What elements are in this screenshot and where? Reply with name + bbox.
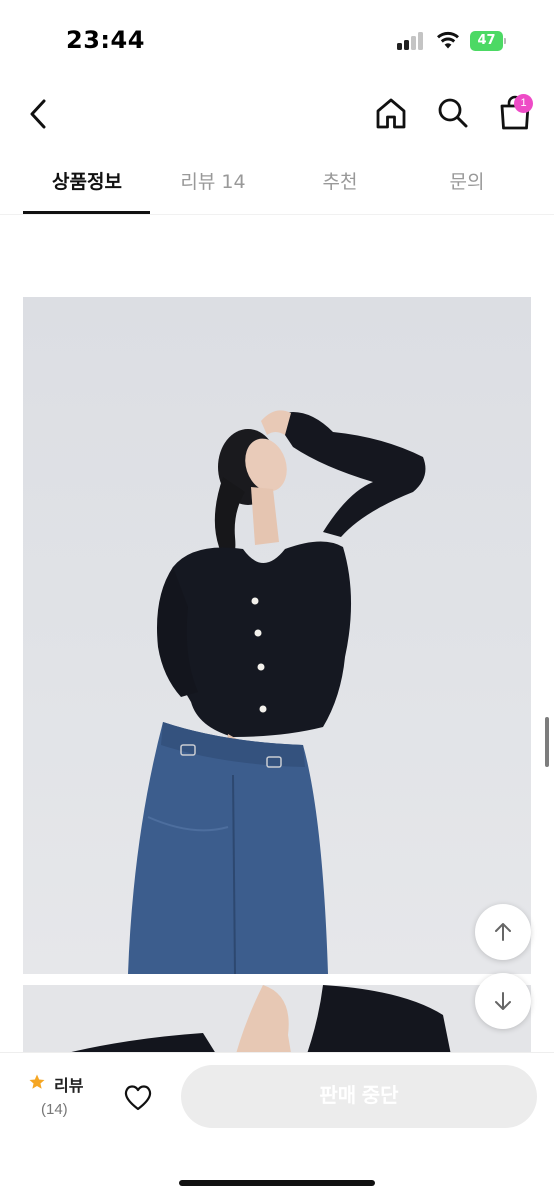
wifi-icon [437, 31, 459, 49]
cellular-signal-icon [397, 32, 425, 50]
battery-icon: 47 [470, 31, 506, 51]
scroll-indicator[interactable] [545, 717, 549, 767]
product-tabs: 상품정보 리뷰 14 추천 문의 [0, 152, 554, 214]
product-image[interactable] [23, 297, 531, 974]
product-photo-illustration [128, 410, 426, 974]
wishlist-button[interactable] [122, 1082, 154, 1112]
arrow-down-icon [495, 992, 511, 1010]
tab-reviews[interactable]: 리뷰 14 [149, 152, 277, 214]
search-button[interactable] [434, 94, 472, 132]
cart-count-badge: 1 [514, 94, 533, 113]
bottom-action-bar: 리뷰 (14) 판매 중단 [0, 1052, 554, 1200]
tab-product-info[interactable]: 상품정보 [23, 152, 151, 214]
star-icon [29, 1074, 45, 1089]
scroll-bottom-button[interactable] [475, 973, 531, 1029]
home-button[interactable] [372, 94, 410, 132]
home-icon [376, 98, 406, 129]
home-indicator [179, 1180, 375, 1186]
scroll-top-button[interactable] [475, 904, 531, 960]
battery-level: 47 [470, 31, 503, 51]
tabs-divider [0, 214, 554, 215]
arrow-up-icon [495, 923, 511, 941]
review-label: 리뷰 [54, 1076, 84, 1095]
tab-recommend[interactable]: 추천 [276, 152, 404, 214]
chevron-left-icon [30, 99, 46, 129]
image-gap [23, 974, 531, 985]
review-summary[interactable]: 리뷰 (14) [28, 1071, 108, 1125]
heart-icon [124, 1085, 152, 1111]
review-count: (14) [41, 1101, 68, 1118]
sales-stopped-button[interactable]: 판매 중단 [181, 1065, 537, 1128]
status-time: 23:44 [66, 26, 145, 54]
app-header: 1 [0, 80, 554, 150]
back-button[interactable] [24, 96, 56, 132]
cart-button[interactable]: 1 [496, 92, 536, 134]
tab-inquiry[interactable]: 문의 [403, 152, 531, 214]
search-icon [438, 98, 468, 128]
status-bar: 23:44 47 [0, 0, 554, 80]
